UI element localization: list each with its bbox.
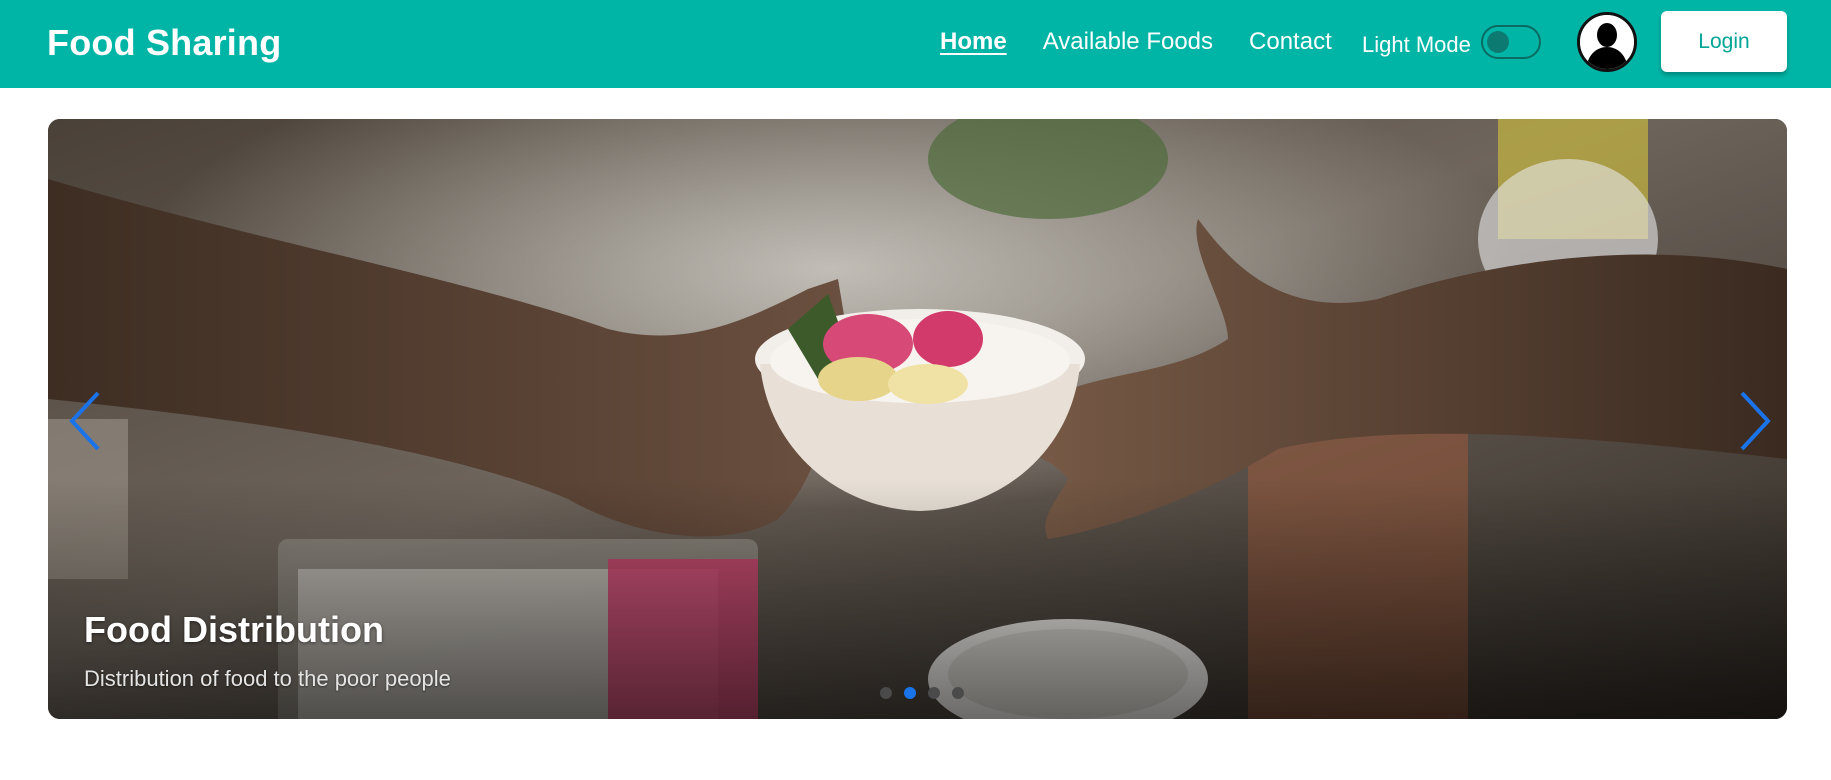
carousel-next-arrow-icon[interactable]	[1728, 381, 1778, 461]
slide-caption-subtitle: Distribution of food to the poor people	[84, 666, 451, 691]
main-nav: Home Available Foods Contact	[940, 28, 1368, 56]
carousel-dot-2[interactable]	[904, 687, 916, 699]
top-navbar: Food Sharing Home Available Foods Contac…	[0, 0, 1831, 88]
toggle-knob	[1487, 31, 1509, 53]
carousel-indicators	[880, 687, 976, 699]
carousel-dot-1[interactable]	[880, 687, 892, 699]
nav-link-available-foods[interactable]: Available Foods	[1043, 28, 1213, 56]
brand-logo-text[interactable]: Food Sharing	[47, 22, 281, 64]
theme-toggle[interactable]	[1481, 25, 1541, 59]
carousel-dot-3[interactable]	[928, 687, 940, 699]
slide-caption-title: Food Distribution	[84, 609, 384, 650]
theme-mode-label: Light Mode	[1362, 32, 1471, 57]
carousel-dot-4[interactable]	[952, 687, 964, 699]
user-avatar-icon[interactable]	[1577, 12, 1637, 72]
carousel-prev-arrow-icon[interactable]	[62, 381, 112, 461]
nav-link-home[interactable]: Home	[940, 28, 1007, 56]
login-button[interactable]: Login	[1661, 11, 1787, 72]
nav-link-contact[interactable]: Contact	[1249, 28, 1332, 56]
hero-carousel: Food Distribution Distribution of food t…	[48, 119, 1787, 719]
